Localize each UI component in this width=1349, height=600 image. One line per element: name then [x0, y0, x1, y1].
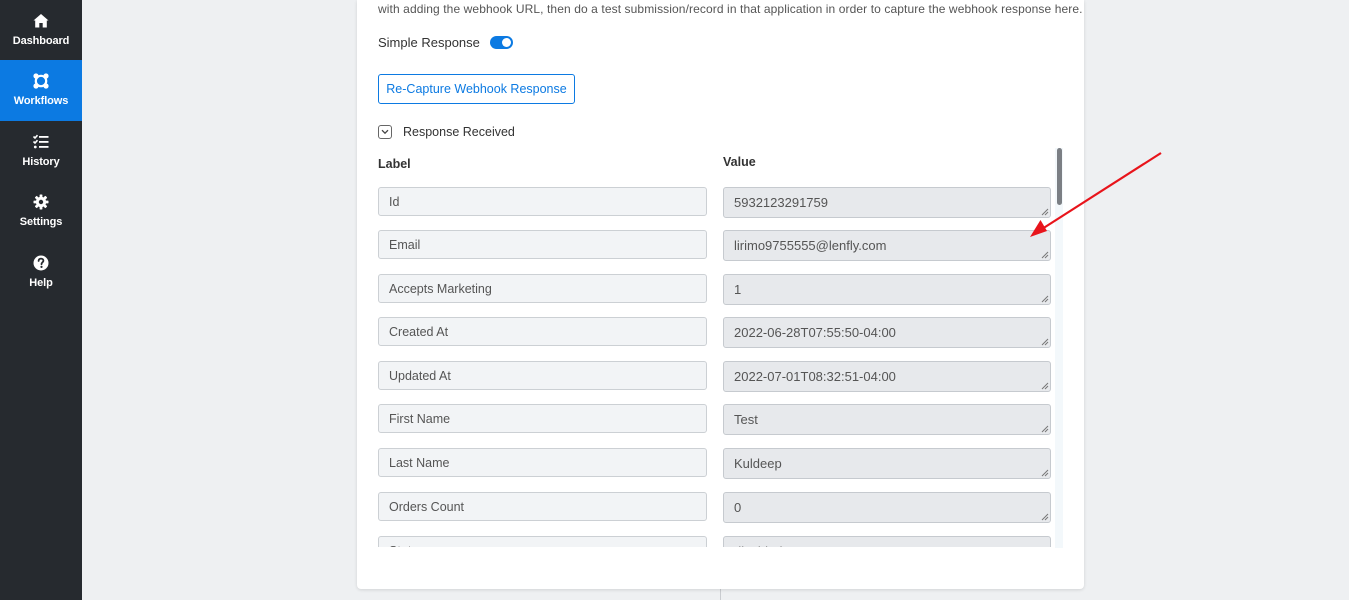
field-label-input[interactable]: Created At — [378, 317, 707, 346]
field-value-text: 2022-07-01T08:32:51-04:00 — [734, 369, 896, 384]
sidebar-item-label: Help — [29, 277, 53, 289]
simple-response-label: Simple Response — [378, 35, 480, 50]
response-fields-list[interactable]: Id 5932123291759 Email lirimo9755555@len… — [378, 180, 1051, 547]
simple-response-toggle[interactable] — [489, 36, 513, 49]
sidebar-item-workflows[interactable]: Workflows — [0, 60, 82, 121]
field-label-input[interactable]: State — [378, 536, 707, 547]
sidebar: Dashboard Workflows History Settings Hel… — [0, 0, 82, 600]
sidebar-item-label: History — [22, 156, 60, 168]
sidebar-item-history[interactable]: History — [0, 121, 82, 182]
resize-grip-icon[interactable] — [1040, 250, 1049, 259]
recapture-webhook-button[interactable]: Re-Capture Webhook Response — [378, 74, 575, 104]
webhook-response-card: with adding the webhook URL, then do a t… — [357, 0, 1084, 589]
field-value-textarea[interactable]: 1 — [723, 274, 1051, 305]
sidebar-item-dashboard[interactable]: Dashboard — [0, 0, 82, 61]
field-value-textarea[interactable]: Test — [723, 404, 1051, 435]
response-row: Orders Count 0 — [378, 485, 1051, 523]
field-value-text: Test — [734, 412, 758, 427]
resize-grip-icon[interactable] — [1040, 512, 1049, 521]
toggle-knob — [501, 38, 511, 47]
simple-response-row: Simple Response — [378, 35, 513, 50]
response-row: First Name Test — [378, 397, 1051, 435]
label-column-header: Label — [378, 157, 411, 171]
field-value-textarea[interactable]: Kuldeep — [723, 448, 1051, 479]
annotation-arrow-icon — [1030, 152, 1162, 237]
sidebar-item-settings[interactable]: Settings — [0, 181, 82, 242]
sidebar-item-help[interactable]: Help — [0, 242, 82, 303]
field-value-textarea[interactable]: lirimo9755555@lenfly.com — [723, 230, 1051, 261]
resize-grip-icon[interactable] — [1040, 337, 1049, 346]
field-label-input[interactable]: Last Name — [378, 448, 707, 477]
workflow-icon — [33, 73, 49, 89]
field-value-textarea[interactable]: 2022-07-01T08:32:51-04:00 — [723, 361, 1051, 392]
field-value-textarea[interactable]: disabled — [723, 536, 1051, 547]
field-label-input[interactable]: Updated At — [378, 361, 707, 390]
response-row: Email lirimo9755555@lenfly.com — [378, 223, 1051, 261]
field-value-text: 2022-06-28T07:55:50-04:00 — [734, 325, 896, 340]
field-value-text: Kuldeep — [734, 456, 782, 471]
home-icon — [33, 14, 49, 28]
field-value-text: 5932123291759 — [734, 195, 828, 210]
help-circle-icon — [33, 255, 49, 271]
field-value-text: 1 — [734, 282, 742, 297]
connector-line — [720, 588, 721, 600]
value-column-header: Value — [723, 155, 756, 169]
field-value-text: disabled — [734, 544, 782, 547]
sidebar-item-label: Settings — [19, 216, 63, 228]
field-value-text: lirimo9755555@lenfly.com — [734, 238, 887, 253]
field-value-text: 0 — [734, 500, 742, 515]
field-label-input[interactable]: First Name — [378, 404, 707, 433]
gear-icon — [33, 194, 49, 210]
response-row: Created At 2022-06-28T07:55:50-04:00 — [378, 310, 1051, 348]
response-row: Accepts Marketing 1 — [378, 267, 1051, 305]
field-value-textarea[interactable]: 0 — [723, 492, 1051, 523]
resize-grip-icon[interactable] — [1040, 468, 1049, 477]
field-label-input[interactable]: Orders Count — [378, 492, 707, 521]
field-value-textarea[interactable]: 5932123291759 — [723, 187, 1051, 218]
field-label-input[interactable]: Id — [378, 187, 707, 216]
field-label-input[interactable]: Email — [378, 230, 707, 259]
chevron-down-icon[interactable] — [378, 125, 392, 139]
response-row: State disabled — [378, 529, 1051, 547]
field-label-input[interactable]: Accepts Marketing — [378, 274, 707, 303]
webhook-instructions: with adding the webhook URL, then do a t… — [378, 2, 1083, 16]
resize-grip-icon[interactable] — [1040, 294, 1049, 303]
response-received-label: Response Received — [403, 125, 515, 139]
field-value-textarea[interactable]: 2022-06-28T07:55:50-04:00 — [723, 317, 1051, 348]
response-row: Id 5932123291759 — [378, 180, 1051, 218]
resize-grip-icon[interactable] — [1040, 381, 1049, 390]
response-received-toggle[interactable]: Response Received — [378, 125, 515, 139]
response-row: Updated At 2022-07-01T08:32:51-04:00 — [378, 354, 1051, 392]
response-row: Last Name Kuldeep — [378, 441, 1051, 479]
sidebar-item-label: Dashboard — [12, 35, 70, 47]
sidebar-item-label: Workflows — [13, 95, 69, 107]
resize-grip-icon[interactable] — [1040, 424, 1049, 433]
history-list-icon — [32, 134, 49, 149]
